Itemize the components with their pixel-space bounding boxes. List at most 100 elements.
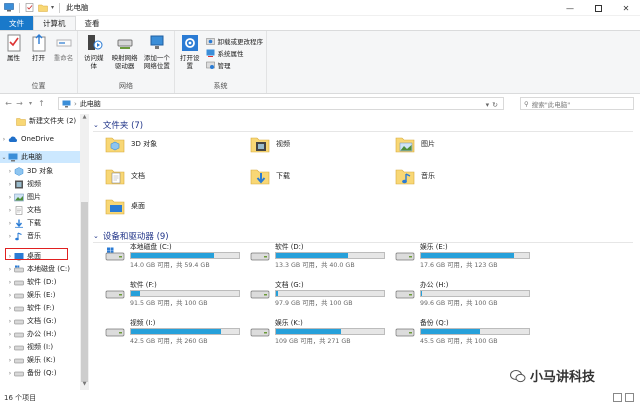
nav-item-3d-objects[interactable]: › 3D 对象 [6, 165, 86, 177]
nav-item-label: 音乐 [27, 232, 41, 240]
folders-section-header[interactable]: ⌄ 文件夹 (7) [93, 119, 633, 132]
nav-item-drive-i[interactable]: › 视频 (I:) [6, 341, 86, 353]
nav-item-documents[interactable]: › 文档 [6, 204, 86, 216]
nav-item-drive-f[interactable]: › 软件 (F:) [6, 302, 86, 314]
chevron-right-icon[interactable]: › [6, 168, 14, 175]
chevron-right-icon[interactable]: › [6, 344, 14, 351]
drive-tile[interactable]: 办公 (H:) 99.6 GB 可用，共 100 GB [395, 279, 530, 307]
chevron-right-icon[interactable]: › [6, 292, 14, 299]
nav-item-drive-d[interactable]: › 软件 (D:) [6, 276, 86, 288]
folder-videos[interactable]: 视频 [250, 135, 290, 153]
details-view-icon[interactable] [613, 393, 622, 402]
chevron-down-icon[interactable]: ⌄ [0, 154, 8, 161]
nav-item-drive-c[interactable]: › 本地磁盘 (C:) [6, 263, 86, 275]
drive-usage-bar [130, 290, 240, 297]
chevron-right-icon[interactable]: › [6, 181, 14, 188]
drive-free-space: 91.5 GB 可用，共 100 GB [130, 300, 208, 307]
drive-usage-fill [421, 253, 514, 258]
folder-label: 桌面 [131, 202, 145, 210]
close-button[interactable]: ✕ [612, 0, 640, 16]
uninstall-button[interactable]: 卸载或更改程序 [205, 36, 263, 46]
scroll-thumb[interactable] [81, 202, 88, 382]
properties-check-icon[interactable] [25, 3, 35, 12]
folder-documents[interactable]: 文档 [105, 167, 145, 185]
nav-item-new-folder[interactable]: 新建文件夹 (2) [0, 115, 80, 127]
chevron-right-icon[interactable]: › [6, 318, 14, 325]
nav-item-drive-h[interactable]: › 办公 (H:) [6, 328, 86, 340]
back-arrow-icon[interactable]: ← [3, 99, 14, 108]
folder-music[interactable]: 音乐 [395, 167, 435, 185]
scroll-down-icon[interactable]: ▼ [80, 381, 89, 390]
address-dropdown-icon[interactable]: ▾ [486, 101, 490, 109]
drive-tile[interactable]: 本地磁盘 (C:) 14.0 GB 可用，共 59.4 GB [105, 241, 240, 269]
nav-item-drive-k[interactable]: › 娱乐 (K:) [6, 354, 86, 366]
system-group: 打开设置 卸载或更改程序 系统属性 管理 系统 [175, 31, 267, 93]
chevron-right-icon[interactable]: › [6, 357, 14, 364]
cloud-icon [8, 136, 18, 142]
up-arrow-icon[interactable]: ↑ [36, 99, 47, 108]
drive-free-space: 97.9 GB 可用，共 100 GB [275, 300, 353, 307]
address-bar[interactable]: › 此电脑 ▾ ↻ [58, 97, 504, 110]
folder-pictures[interactable]: 图片 [395, 135, 435, 153]
manage-button[interactable]: 管理 [205, 60, 264, 70]
chevron-right-icon[interactable]: › [6, 370, 14, 377]
forward-arrow-icon[interactable]: → [14, 99, 25, 108]
rename-icon [56, 39, 71, 47]
open-label: 打开 [32, 54, 45, 62]
chevron-down-icon[interactable]: ⌄ [93, 121, 99, 129]
chevron-right-icon[interactable]: › [0, 136, 8, 143]
drive-tile[interactable]: 备份 (Q:) 45.5 GB 可用，共 100 GB [395, 317, 530, 345]
tab-view[interactable]: 查看 [76, 16, 109, 30]
nav-scrollbar[interactable]: ▲ ▼ [80, 114, 89, 390]
ribbon-tabs: 文件 计算机 查看 [0, 16, 640, 31]
drive-icon [395, 252, 415, 261]
chevron-right-icon[interactable]: › [6, 207, 14, 214]
access-media-label: 访问媒体 [83, 54, 104, 70]
drive-icon [14, 293, 24, 298]
nav-item-downloads[interactable]: › 下载 [6, 217, 86, 229]
new-folder-icon[interactable] [38, 3, 48, 12]
folder-3d-objects[interactable]: 3D 对象 [105, 135, 157, 153]
nav-item-drive-e[interactable]: › 娱乐 (E:) [6, 289, 86, 301]
chevron-right-icon[interactable]: › [6, 220, 14, 227]
nav-item-label: 此电脑 [21, 153, 42, 161]
search-box[interactable]: ⚲ 搜索"此电脑" [520, 97, 634, 110]
drive-tile[interactable]: 娱乐 (E:) 17.6 GB 可用，共 123 GB [395, 241, 530, 269]
minimize-button[interactable]: — [556, 0, 584, 16]
qat-dropdown-icon[interactable]: ▾ [51, 4, 54, 11]
chevron-right-icon[interactable]: › [6, 305, 14, 312]
nav-item-onedrive[interactable]: › OneDrive [0, 133, 80, 145]
drive-tile[interactable]: 文档 (G:) 97.9 GB 可用，共 100 GB [250, 279, 385, 307]
nav-item-drive-g[interactable]: › 文档 (G:) [6, 315, 86, 327]
nav-item-music[interactable]: › 音乐 [6, 230, 86, 242]
recent-dropdown-icon[interactable]: ▾ [25, 100, 36, 107]
toolbar-separator [59, 2, 61, 13]
breadcrumb-this-pc[interactable]: 此电脑 [80, 99, 101, 109]
chevron-right-icon[interactable]: › [6, 331, 14, 338]
nav-item-drive-q[interactable]: › 备份 (Q:) [6, 367, 86, 379]
nav-item-label: 备份 (Q:) [27, 369, 57, 377]
chevron-right-icon[interactable]: › [6, 266, 14, 273]
drive-tile[interactable]: 软件 (D:) 13.3 GB 可用，共 40.0 GB [250, 241, 385, 269]
scroll-up-icon[interactable]: ▲ [80, 114, 89, 123]
chevron-right-icon[interactable]: › [6, 233, 14, 240]
folder-downloads[interactable]: 下载 [250, 167, 290, 185]
folder-desktop[interactable]: 桌面 [105, 197, 145, 215]
tab-computer[interactable]: 计算机 [33, 16, 76, 30]
drive-tile[interactable]: 娱乐 (K:) 109 GB 可用，共 271 GB [250, 317, 385, 345]
maximize-button[interactable] [584, 0, 612, 16]
nav-item-videos[interactable]: › 视频 [6, 178, 86, 190]
chevron-right-icon[interactable]: › [6, 194, 14, 201]
drive-name: 备份 (Q:) [420, 319, 449, 327]
large-icons-view-icon[interactable] [625, 393, 634, 402]
refresh-icon[interactable]: ↻ [492, 101, 498, 109]
drive-tile[interactable]: 视频 (I:) 42.5 GB 可用，共 260 GB [105, 317, 240, 345]
nav-item-this-pc[interactable]: ⌄ 此电脑 [0, 151, 80, 163]
chevron-down-icon[interactable]: ⌄ [93, 232, 99, 240]
drive-tile[interactable]: 软件 (F:) 91.5 GB 可用，共 100 GB [105, 279, 240, 307]
system-properties-button[interactable]: 系统属性 [206, 48, 264, 58]
chevron-right-icon[interactable]: › [6, 279, 14, 286]
pc-icon[interactable] [4, 3, 14, 12]
nav-item-pictures[interactable]: › 图片 [6, 191, 86, 203]
tab-file[interactable]: 文件 [0, 16, 33, 30]
